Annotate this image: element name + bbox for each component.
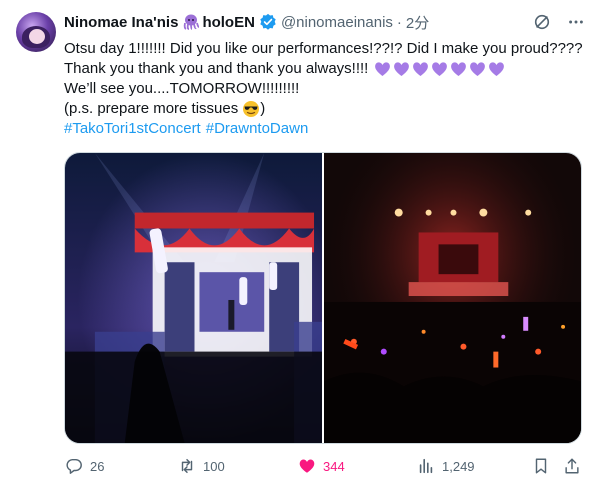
avatar-face — [29, 29, 45, 44]
grok-icon[interactable] — [532, 12, 552, 32]
author-handle[interactable]: @ninomaeinanis — [281, 14, 393, 31]
separator-dot: · — [396, 13, 402, 31]
hashtag-link[interactable]: #DrawntoDawn — [206, 119, 309, 139]
like-button[interactable]: 344 — [297, 456, 345, 476]
bookmark-button[interactable] — [531, 456, 551, 476]
heart-icon — [297, 456, 317, 476]
concert-photo-crowd[interactable] — [324, 153, 581, 443]
timestamp[interactable]: 2分 — [406, 12, 429, 33]
purple-heart-icon — [394, 62, 410, 76]
sunglasses-emoji-icon — [243, 101, 260, 117]
tweet-line-4: (p.s. prepare more tissues ) — [64, 99, 584, 119]
hashtag-link[interactable]: #TakoTori1stConcert — [64, 119, 201, 139]
media-grid — [64, 152, 582, 444]
like-count: 344 — [323, 458, 345, 474]
purple-heart-icon — [489, 62, 505, 76]
tweet-line-1: Otsu day 1!!!!!!! Did you like our perfo… — [64, 40, 583, 57]
purple-hearts — [374, 61, 505, 77]
tweet-header: Ninomae Ina'nis holoEN @ninomaeinanis · … — [64, 12, 586, 32]
header-actions — [532, 12, 586, 32]
tweet-line-2-text: Thank you thank you and thank you always… — [64, 60, 369, 77]
tweet-line-2: Thank you thank you and thank you always… — [64, 59, 584, 79]
views-count: 1,249 — [442, 458, 475, 474]
purple-heart-icon — [432, 62, 448, 76]
more-icon[interactable] — [566, 12, 586, 32]
purple-heart-icon — [413, 62, 429, 76]
retweet-count: 100 — [203, 458, 225, 474]
tweet-line-3: We’ll see you....TOMORROW!!!!!!!!! — [64, 80, 300, 97]
purple-heart-icon — [470, 62, 486, 76]
retweet-button[interactable]: 100 — [177, 456, 225, 476]
tweet-line-4-prefix: (p.s. prepare more tissues — [64, 100, 239, 117]
octopus-emoji-icon — [182, 14, 200, 30]
share-icon — [562, 456, 582, 476]
org-name: holoEN — [202, 13, 255, 31]
views-icon — [416, 456, 436, 476]
tweet-hashtags: #TakoTori1stConcert #DrawntoDawn — [64, 119, 584, 139]
verified-badge-icon[interactable] — [259, 13, 277, 31]
tweet-actions: 26 100 344 1,249 — [64, 456, 584, 476]
avatar[interactable] — [16, 12, 56, 52]
reply-button[interactable]: 26 — [64, 456, 104, 476]
share-button[interactable] — [562, 456, 582, 476]
display-name[interactable]: Ninomae Ina'nis — [64, 14, 178, 31]
bookmark-icon — [531, 456, 551, 476]
reply-count: 26 — [90, 458, 105, 474]
views-button[interactable]: 1,249 — [416, 456, 475, 476]
purple-heart-icon — [375, 62, 391, 76]
tweet-text: Otsu day 1!!!!!!! Did you like our perfo… — [64, 39, 584, 139]
purple-heart-icon — [451, 62, 467, 76]
reply-icon — [64, 456, 84, 476]
tweet-line-4-suffix: ) — [260, 100, 266, 117]
concert-photo-stage[interactable] — [65, 153, 322, 443]
retweet-icon — [177, 456, 197, 476]
